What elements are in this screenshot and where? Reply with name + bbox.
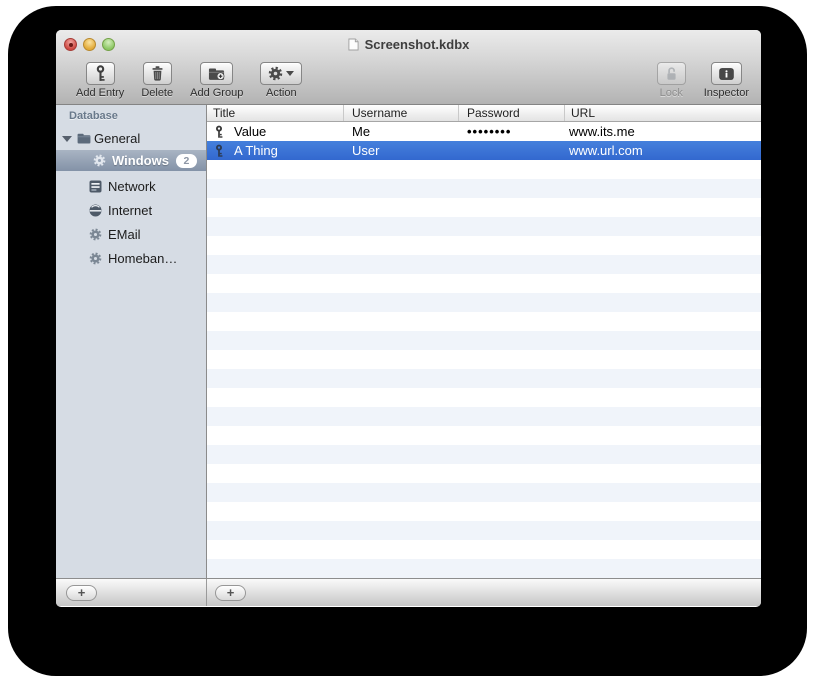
table-row[interactable]: Value Me •••••••• www.its.me: [207, 122, 761, 141]
globe-icon: [88, 204, 103, 217]
sidebar-item-internet[interactable]: Internet: [56, 200, 206, 221]
bottom-bar: + +: [56, 578, 761, 606]
group-sidebar: Database General Windows 2 Network Inter…: [56, 105, 207, 578]
gear-icon: [88, 228, 103, 241]
table-header: Title Username Password URL: [207, 105, 761, 122]
add-entry-button[interactable]: Add Entry: [76, 62, 124, 99]
action-button[interactable]: Action: [260, 62, 303, 99]
document-proxy-icon: [348, 38, 359, 51]
entry-password-masked: ••••••••: [467, 124, 512, 139]
delete-button[interactable]: Delete: [141, 62, 173, 99]
lock-open-icon: [665, 66, 678, 82]
entry-title: Value: [234, 124, 267, 139]
entry-username: User: [352, 143, 380, 158]
toolbar: Add Entry Delete Add Group Action Lock I…: [56, 58, 761, 105]
gear-icon: [88, 252, 103, 265]
folder-icon: [76, 133, 91, 144]
entry-rows-area[interactable]: Value Me •••••••• www.its.me A Thing Use…: [207, 122, 761, 578]
column-header-url[interactable]: URL: [565, 105, 761, 121]
trash-icon: [151, 66, 164, 81]
add-group-button[interactable]: Add Group: [190, 62, 243, 99]
entry-count-badge: 2: [175, 153, 197, 168]
column-header-password[interactable]: Password: [459, 105, 565, 121]
entry-username: Me: [352, 124, 371, 139]
key-icon: [214, 144, 224, 158]
gear-icon: [268, 66, 283, 81]
entry-url: www.url.com: [569, 143, 643, 158]
sidebar-item-general[interactable]: General: [56, 128, 206, 149]
inspector-button[interactable]: Inspector: [704, 62, 749, 99]
add-group-plus-button[interactable]: +: [66, 584, 97, 601]
entry-password-masked: [459, 141, 565, 160]
entry-title: A Thing: [234, 143, 278, 158]
network-icon: [88, 180, 103, 193]
key-icon: [94, 65, 107, 82]
entry-url: www.its.me: [569, 124, 635, 139]
window-title: Screenshot.kdbx: [364, 36, 470, 52]
table-row-selected[interactable]: A Thing User www.url.com: [207, 141, 761, 160]
sidebar-section-header: Database: [69, 110, 118, 122]
sidebar-item-homebanking[interactable]: Homeban…: [56, 248, 206, 269]
inspector-icon: [719, 67, 734, 80]
entry-table: Title Username Password URL Value Me •••…: [207, 105, 761, 578]
disclosure-triangle-icon[interactable]: [62, 135, 72, 142]
gear-icon: [92, 154, 107, 167]
add-entry-plus-button[interactable]: +: [215, 584, 246, 601]
titlebar[interactable]: Screenshot.kdbx: [56, 30, 761, 58]
sidebar-item-email[interactable]: EMail: [56, 224, 206, 245]
sidebar-item-windows[interactable]: Windows 2: [56, 150, 206, 171]
chevron-down-icon: [286, 71, 295, 76]
sidebar-item-network[interactable]: Network: [56, 176, 206, 197]
folder-plus-icon: [208, 67, 225, 81]
app-window: Screenshot.kdbx Add Entry Delete Add Gro…: [56, 30, 761, 607]
column-header-title[interactable]: Title: [207, 105, 344, 121]
key-icon: [214, 125, 224, 139]
lock-button: Lock: [656, 62, 686, 99]
title-area: Screenshot.kdbx: [56, 30, 761, 58]
column-header-username[interactable]: Username: [344, 105, 459, 121]
